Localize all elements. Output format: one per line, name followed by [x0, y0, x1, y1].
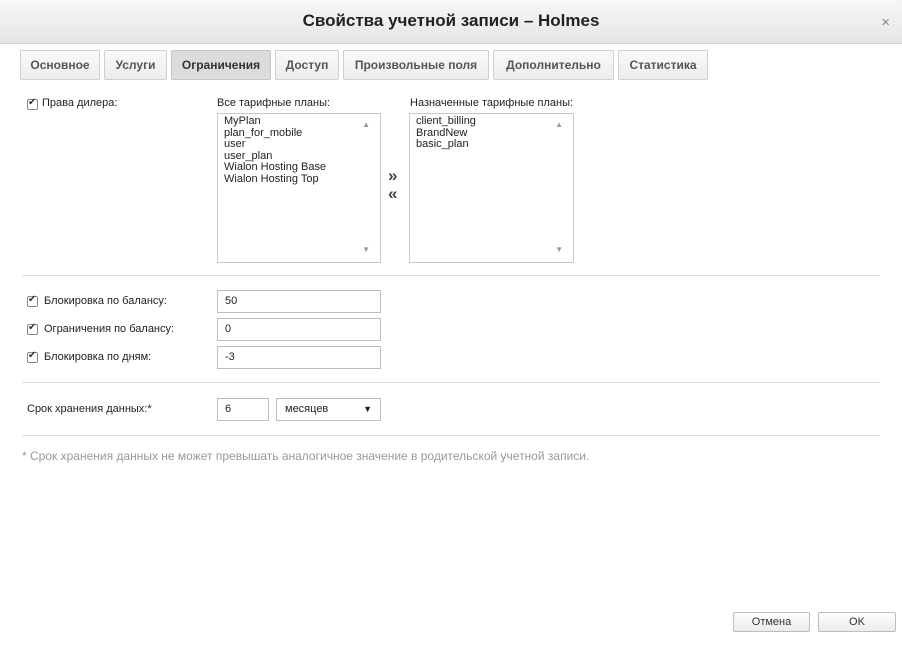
account-properties-dialog: Свойства учетной записи – Holmes × Основ… [0, 0, 902, 648]
all-plans-items: MyPlan plan_for_mobile user user_plan Wi… [224, 115, 326, 186]
tab-services[interactable]: Услуги [104, 50, 167, 80]
scroll-down-icon[interactable]: ▼ [555, 245, 563, 254]
close-icon[interactable]: × [881, 14, 890, 31]
balance-block-checkbox[interactable] [27, 294, 38, 307]
scroll-up-icon[interactable]: ▲ [362, 120, 370, 129]
all-plans-list[interactable]: MyPlan plan_for_mobile user user_plan Wi… [217, 113, 381, 263]
storage-unit-select[interactable]: месяцев ▼ [276, 398, 381, 421]
storage-note: * Срок хранения данных не может превышат… [22, 449, 590, 463]
list-item[interactable]: client_billing [416, 115, 476, 128]
list-item[interactable]: MyPlan [224, 115, 326, 128]
tab-access[interactable]: Доступ [275, 50, 339, 80]
chevron-down-icon: ▼ [363, 404, 372, 414]
ok-button[interactable]: OK [818, 612, 896, 632]
scroll-down-icon[interactable]: ▼ [362, 245, 370, 254]
tab-advanced[interactable]: Дополнительно [493, 50, 614, 80]
balance-limit-input[interactable]: 0 [217, 318, 381, 341]
list-item[interactable]: Wialon Hosting Top [224, 173, 326, 186]
storage-unit-value: месяцев [285, 403, 329, 415]
divider [22, 275, 880, 276]
list-item[interactable]: Wialon Hosting Base [224, 161, 326, 174]
title-bar: Свойства учетной записи – Holmes × [0, 0, 902, 44]
assigned-plans-label: Назначенные тарифные планы: [410, 97, 574, 109]
assigned-plans-items: client_billing BrandNew basic_plan [416, 115, 476, 151]
days-block-label: Блокировка по дням: [44, 351, 152, 363]
assigned-plans-list[interactable]: client_billing BrandNew basic_plan ▲ ▼ [409, 113, 574, 263]
balance-block-input[interactable]: 50 [217, 290, 381, 313]
dealer-rights-checkbox[interactable] [27, 97, 38, 110]
tab-custom-fields[interactable]: Произвольные поля [343, 50, 489, 80]
all-plans-label: Все тарифные планы: [217, 97, 331, 109]
cancel-button[interactable]: Отмена [733, 612, 810, 632]
balance-limit-checkbox[interactable] [27, 322, 38, 335]
balance-limit-label: Ограничения по балансу: [44, 323, 175, 335]
days-block-input[interactable]: -3 [217, 346, 381, 369]
tab-limits[interactable]: Ограничения [171, 50, 271, 80]
days-block-checkbox[interactable] [27, 350, 38, 363]
divider [22, 382, 880, 383]
dialog-title: Свойства учетной записи – Holmes [302, 11, 600, 30]
tab-main[interactable]: Основное [20, 50, 100, 80]
list-item[interactable]: user [224, 138, 326, 151]
move-left-button[interactable]: « [388, 184, 397, 204]
balance-block-label: Блокировка по балансу: [44, 295, 167, 307]
move-right-button[interactable]: » [388, 166, 397, 186]
list-item[interactable]: basic_plan [416, 138, 476, 151]
storage-period-input[interactable]: 6 [217, 398, 269, 421]
divider [22, 435, 880, 436]
dealer-rights-label: Права дилера: [42, 97, 118, 109]
storage-period-label: Срок хранения данных:* [27, 403, 152, 415]
tab-statistics[interactable]: Статистика [618, 50, 708, 80]
scroll-up-icon[interactable]: ▲ [555, 120, 563, 129]
